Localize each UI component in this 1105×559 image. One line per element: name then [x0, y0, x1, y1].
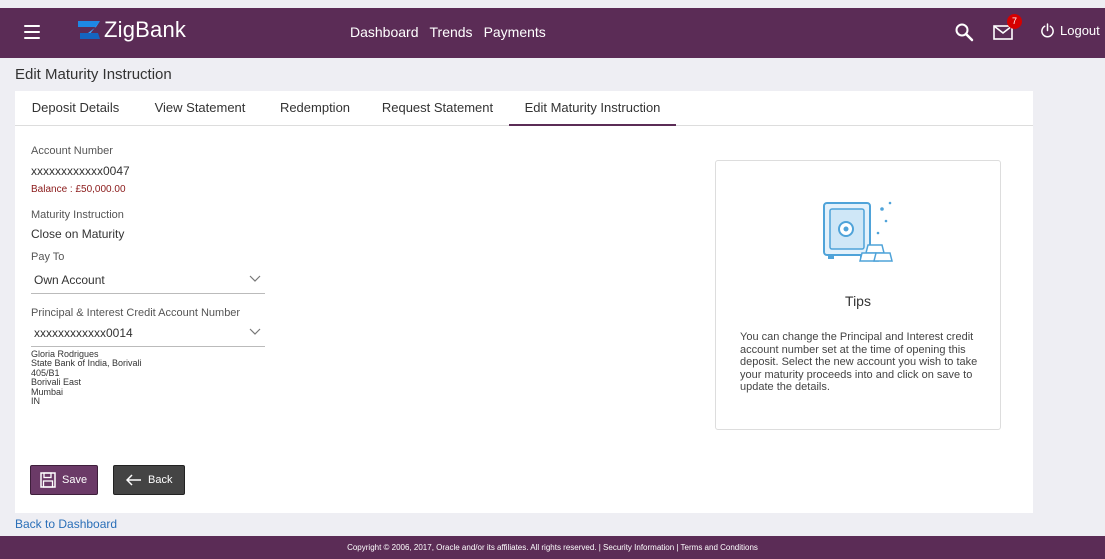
tips-title: Tips — [845, 293, 871, 309]
save-label: Save — [62, 474, 88, 486]
power-icon — [1041, 23, 1054, 38]
pay-to-label: Pay To — [31, 251, 65, 263]
nav-payments[interactable]: Payments — [484, 24, 546, 40]
pay-to-select[interactable]: Own Account — [31, 269, 265, 294]
tab-deposit-details[interactable]: Deposit Details — [23, 91, 128, 126]
top-bar: ZigBank Dashboard Trends Payments 7 Logo… — [0, 8, 1105, 58]
address-line: IN — [31, 396, 40, 407]
search-icon[interactable] — [954, 22, 974, 42]
zigbank-logo-icon — [78, 21, 100, 39]
tips-text: You can change the Principal and Interes… — [740, 331, 978, 393]
nav-trends[interactable]: Trends — [430, 24, 473, 40]
page-title: Edit Maturity Instruction — [15, 66, 172, 83]
footer: Copyright © 2006, 2017, Oracle and/or it… — [0, 536, 1105, 559]
top-nav: Dashboard Trends Payments — [350, 24, 557, 40]
tab-request-statement[interactable]: Request Statement — [375, 91, 500, 126]
arrow-left-icon — [126, 474, 141, 486]
account-number-label: Account Number — [31, 145, 113, 157]
account-number-value: xxxxxxxxxxxx0047 — [31, 164, 130, 178]
tab-edit-maturity-instruction[interactable]: Edit Maturity Instruction — [509, 91, 676, 126]
tab-redemption[interactable]: Redemption — [270, 91, 360, 126]
back-label: Back — [148, 474, 173, 486]
tips-card: Tips You can change the Principal and In… — [715, 160, 1001, 430]
maturity-instruction-value: Close on Maturity — [31, 227, 125, 241]
credit-account-select[interactable]: xxxxxxxxxxxx0014 — [31, 322, 265, 347]
main-panel: Account Number xxxxxxxxxxxx0047 Balance … — [15, 126, 1033, 513]
chevron-down-icon — [249, 275, 261, 282]
menu-icon[interactable] — [24, 25, 40, 39]
logout-button[interactable]: Logout — [1040, 23, 1100, 38]
chevron-down-icon — [249, 328, 261, 335]
notification-badge: 7 — [1007, 14, 1022, 29]
nav-dashboard[interactable]: Dashboard — [350, 24, 419, 40]
maturity-instruction-label: Maturity Instruction — [31, 209, 124, 221]
tab-bar: Deposit Details View Statement Redemptio… — [15, 91, 1033, 126]
back-button[interactable]: Back — [113, 465, 185, 495]
balance-text: Balance : £50,000.00 — [31, 184, 126, 195]
tab-view-statement[interactable]: View Statement — [145, 91, 255, 126]
floppy-disk-icon — [40, 472, 56, 488]
logo[interactable]: ZigBank — [76, 17, 186, 43]
address-line: Mumbai — [31, 386, 64, 397]
credit-account-value: xxxxxxxxxxxx0014 — [34, 326, 133, 340]
safe-gold-icon — [823, 201, 893, 262]
pay-to-value: Own Account — [34, 273, 105, 287]
credit-account-label: Principal & Interest Credit Account Numb… — [31, 307, 241, 319]
account-address: Gloria Rodrigues State Bank of India, Bo… — [31, 349, 142, 407]
logout-label: Logout — [1060, 23, 1100, 38]
save-button[interactable]: Save — [30, 465, 98, 495]
back-to-dashboard-link[interactable]: Back to Dashboard — [15, 517, 117, 531]
logo-text: ZigBank — [104, 17, 187, 42]
